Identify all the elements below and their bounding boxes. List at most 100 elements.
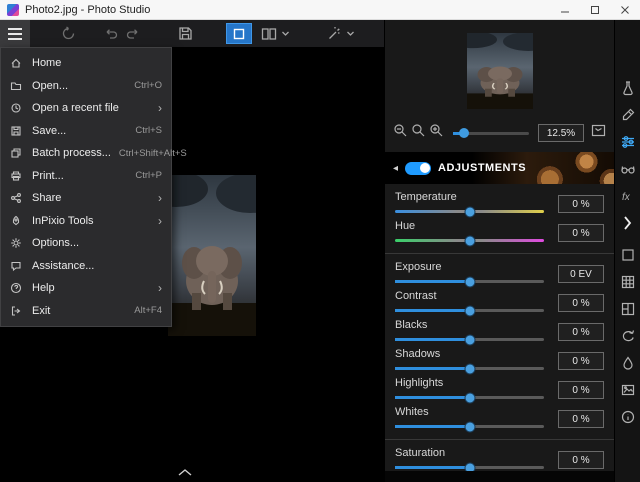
redo-button[interactable] — [122, 20, 143, 47]
rocket-icon — [10, 215, 24, 227]
split-view-button[interactable] — [258, 20, 280, 47]
menu-item-open[interactable]: Open... Ctrl+O — [1, 75, 171, 98]
droplet-icon[interactable] — [620, 355, 636, 371]
minimize-button[interactable] — [550, 0, 580, 19]
chevron-down-icon — [282, 31, 289, 36]
contrast-slider[interactable] — [395, 305, 544, 316]
slider-row-temperature: Temperature 0 % — [395, 190, 604, 219]
fit-screen-icon — [591, 124, 606, 137]
glasses-icon[interactable] — [620, 161, 636, 177]
zoom-out-icon — [394, 124, 407, 137]
slider-knob[interactable] — [464, 305, 475, 316]
recent-clock-icon — [10, 102, 24, 114]
single-view-button[interactable] — [226, 23, 252, 44]
menu-item-label: Options... — [32, 237, 80, 250]
chevron-up-icon — [178, 469, 192, 476]
menu-item-assistance[interactable]: Assistance... — [1, 255, 171, 278]
photo-studio-window: Photo2.jpg - Photo Studio 12.5% ◂ ADJUST… — [0, 0, 640, 482]
info-icon[interactable] — [620, 409, 636, 425]
adjustments-panel-icon[interactable] — [620, 134, 636, 150]
zoom-value-field[interactable]: 12.5% — [538, 124, 584, 142]
menu-item-save[interactable]: Save... Ctrl+S — [1, 120, 171, 143]
menu-item-shortcut: Ctrl+S — [135, 125, 162, 137]
zoom-slider-knob[interactable] — [459, 128, 470, 138]
zoom-100-icon — [412, 124, 425, 137]
adjustments-toggle[interactable] — [405, 161, 432, 175]
menu-item-label: InPixio Tools — [32, 214, 94, 227]
menu-item-label: Help — [32, 282, 55, 295]
slider-knob[interactable] — [464, 421, 475, 432]
effects-flask-icon[interactable] — [620, 80, 636, 96]
slider-knob[interactable] — [464, 235, 475, 246]
rotate-icon[interactable] — [620, 328, 636, 344]
chevron-down-icon — [347, 31, 354, 36]
shadows-value-field[interactable]: 0 % — [558, 352, 604, 370]
slider-knob[interactable] — [464, 363, 475, 374]
navigator[interactable] — [385, 20, 614, 120]
blacks-slider[interactable] — [395, 334, 544, 345]
filmstrip-expand-button[interactable] — [178, 463, 192, 481]
history-button[interactable] — [58, 20, 79, 47]
fx-icon[interactable]: fx — [620, 188, 636, 204]
panel-collapse-handle[interactable] — [623, 215, 632, 236]
slider-knob[interactable] — [464, 392, 475, 403]
save-button[interactable] — [175, 20, 196, 47]
hue-slider[interactable] — [395, 235, 544, 246]
zoom-out-button[interactable] — [393, 123, 408, 143]
adjustments-banner[interactable]: ◂ ADJUSTMENTS — [385, 152, 614, 184]
photo-frame-icon[interactable] — [620, 382, 636, 398]
zoom-100-button[interactable] — [411, 123, 426, 143]
crop-icon[interactable] — [620, 247, 636, 263]
menu-item-home[interactable]: Home — [1, 52, 171, 75]
main-toolbar — [0, 20, 384, 47]
slider-knob[interactable] — [464, 276, 475, 287]
close-button[interactable] — [610, 0, 640, 19]
eraser-icon[interactable] — [620, 107, 636, 123]
menu-item-options[interactable]: Options... — [1, 232, 171, 255]
right-panel: 12.5% ◂ ADJUSTMENTS Temperature 0 % Hue — [384, 20, 614, 482]
collage-icon[interactable] — [620, 301, 636, 317]
hue-value-field[interactable]: 0 % — [558, 224, 604, 242]
window-title: Photo2.jpg - Photo Studio — [25, 3, 151, 16]
menu-item-batch-process[interactable]: Batch process... Ctrl+Shift+Alt+S — [1, 142, 187, 165]
saturation-slider[interactable] — [395, 462, 544, 473]
maximize-button[interactable] — [580, 0, 610, 19]
exposure-value-field[interactable]: 0 EV — [558, 265, 604, 283]
blacks-value-field[interactable]: 0 % — [558, 323, 604, 341]
slider-knob[interactable] — [464, 206, 475, 217]
retouch-wand-button[interactable] — [324, 20, 345, 47]
submenu-arrow-icon — [150, 214, 162, 228]
saturation-value-field[interactable]: 0 % — [558, 451, 604, 469]
zoom-in-button[interactable] — [429, 123, 444, 143]
hamburger-menu-button[interactable] — [0, 20, 30, 47]
temperature-slider[interactable] — [395, 206, 544, 217]
menu-item-inpixio-tools[interactable]: InPixio Tools — [1, 210, 171, 233]
undo-button[interactable] — [101, 20, 122, 47]
retouch-dropdown[interactable] — [346, 25, 355, 43]
highlights-slider[interactable] — [395, 392, 544, 403]
slider-label: Blacks — [395, 319, 428, 331]
whites-value-field[interactable]: 0 % — [558, 410, 604, 428]
shadows-slider[interactable] — [395, 363, 544, 374]
exposure-slider[interactable] — [395, 276, 544, 287]
home-icon — [10, 57, 24, 69]
temperature-value-field[interactable]: 0 % — [558, 195, 604, 213]
whites-slider[interactable] — [395, 421, 544, 432]
next-section-banner[interactable] — [385, 471, 614, 482]
grid-icon[interactable] — [620, 274, 636, 290]
save-icon — [179, 27, 192, 40]
menu-item-open-recent[interactable]: Open a recent file — [1, 97, 171, 120]
split-view-dropdown[interactable] — [281, 25, 290, 43]
menu-item-exit[interactable]: Exit Alt+F4 — [1, 300, 171, 323]
slider-row-whites: Whites 0 % — [395, 405, 604, 434]
menu-item-help[interactable]: Help — [1, 277, 171, 300]
collapse-arrow-icon[interactable]: ◂ — [393, 163, 398, 174]
fit-screen-button[interactable] — [591, 124, 606, 142]
navigator-thumbnail[interactable] — [466, 33, 533, 109]
slider-knob[interactable] — [464, 334, 475, 345]
menu-item-share[interactable]: Share — [1, 187, 171, 210]
zoom-slider[interactable] — [453, 128, 529, 138]
contrast-value-field[interactable]: 0 % — [558, 294, 604, 312]
highlights-value-field[interactable]: 0 % — [558, 381, 604, 399]
menu-item-print[interactable]: Print... Ctrl+P — [1, 165, 171, 188]
